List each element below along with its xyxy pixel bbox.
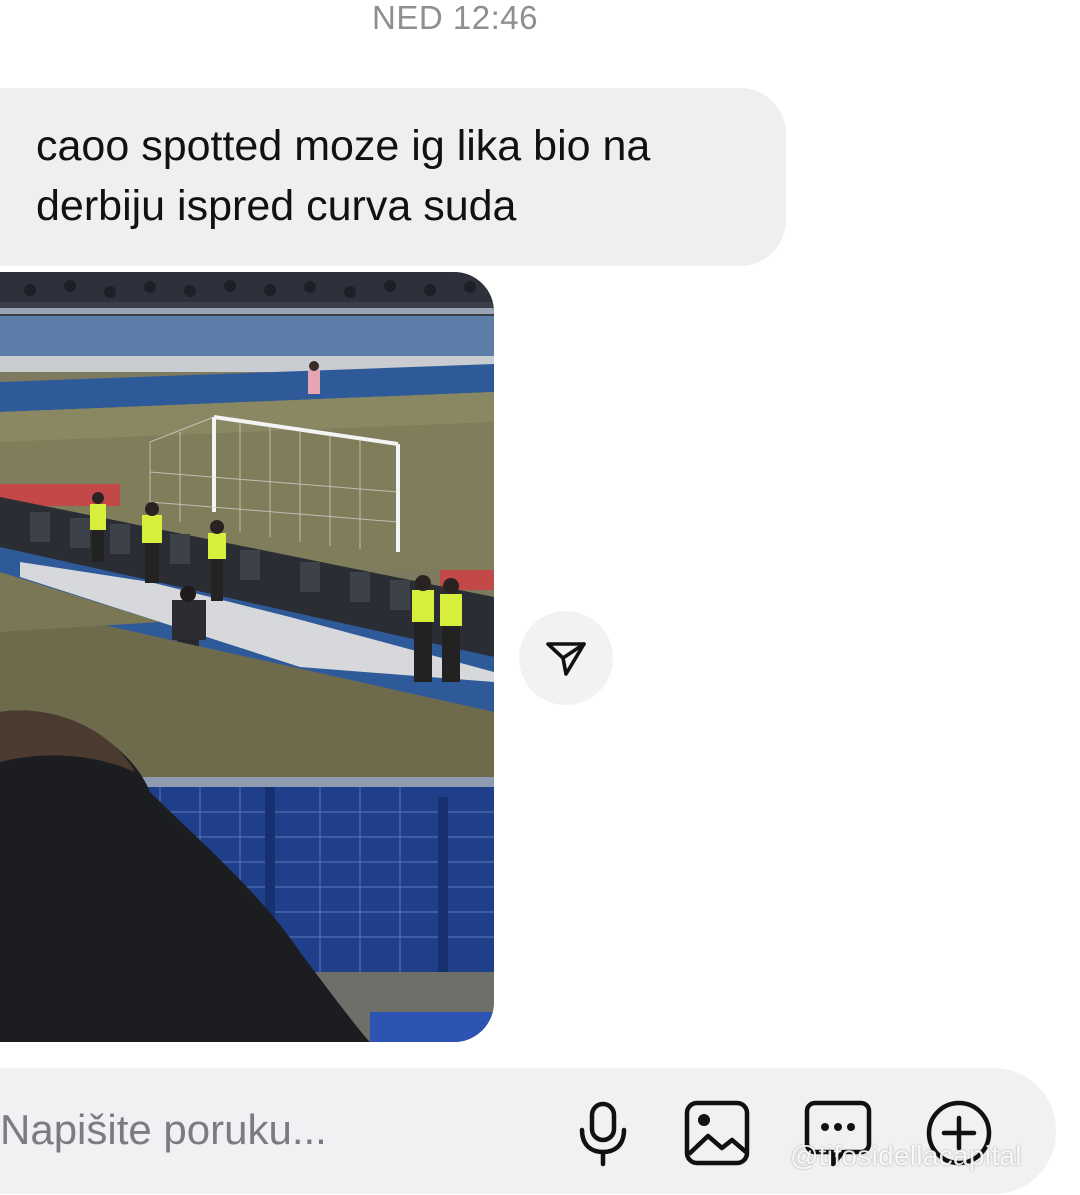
- stadium-photo: [0, 272, 494, 1042]
- received-photo-message[interactable]: [0, 272, 494, 1042]
- received-message-bubble[interactable]: caoo spotted moze ig lika bio na derbiju…: [0, 88, 786, 266]
- send-paper-plane-icon: [546, 642, 586, 676]
- message-input[interactable]: [0, 1094, 560, 1166]
- microphone-icon[interactable]: [568, 1098, 638, 1168]
- message-composer: [0, 1068, 1056, 1194]
- gallery-icon[interactable]: [682, 1098, 752, 1168]
- message-text: caoo spotted moze ig lika bio na derbiju…: [36, 122, 651, 230]
- watermark: @tifosidellacapital: [790, 1140, 1022, 1171]
- share-button[interactable]: [519, 611, 613, 705]
- message-timestamp: NED 12:46: [372, 0, 538, 36]
